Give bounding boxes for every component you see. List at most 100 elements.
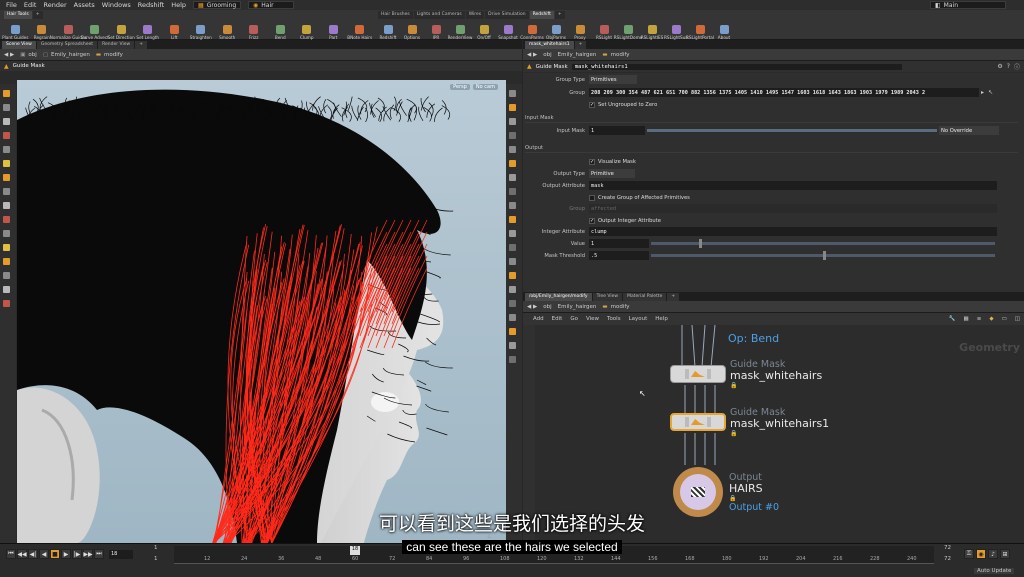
- desktop-dropdown[interactable]: ▦ Grooming: [193, 1, 242, 9]
- param-node-name[interactable]: mask_whitehairs1: [571, 63, 902, 70]
- image-icon[interactable]: ▭: [1002, 316, 1007, 322]
- menu-windows[interactable]: Windows: [102, 1, 131, 9]
- left-tool-7[interactable]: Straighten: [188, 20, 215, 40]
- input-mask-section[interactable]: Input Mask: [525, 115, 1018, 123]
- end-field-2[interactable]: 72: [944, 556, 951, 562]
- right-tool-2[interactable]: IPR: [424, 20, 448, 40]
- value-slider-knob[interactable]: [699, 239, 703, 248]
- right-tool-11[interactable]: RSLightIES: [640, 20, 664, 40]
- viewer-left-tool-icon[interactable]: [0, 228, 12, 238]
- param-crumb-modify[interactable]: ▬ modify: [602, 52, 629, 58]
- left-tool-8[interactable]: Smooth: [214, 20, 241, 40]
- shelf-tab-redshift[interactable]: Redshift: [529, 11, 554, 19]
- viewer-left-tool-icon[interactable]: [0, 270, 12, 280]
- net-crumb-emily[interactable]: Emily_hairgen: [558, 304, 597, 310]
- tab-add-network[interactable]: +: [667, 293, 680, 301]
- tab-tree-view[interactable]: Tree View: [592, 293, 623, 301]
- group-type-dropdown[interactable]: Primitives: [589, 75, 637, 84]
- crumb-modify[interactable]: ▬ modify: [96, 52, 123, 58]
- net-menu-layout[interactable]: Layout: [629, 316, 648, 322]
- output-attr-field[interactable]: mask: [589, 181, 997, 190]
- left-tool-10[interactable]: Bend: [267, 20, 294, 40]
- right-tool-4[interactable]: On/Off: [472, 20, 496, 40]
- tab-param-node[interactable]: mask_whitehairs1: [525, 41, 574, 49]
- auto-update-dropdown[interactable]: Auto Update: [974, 568, 1015, 574]
- viewer-right-tool-icon[interactable]: [506, 102, 518, 112]
- node-mask-whitehairs1[interactable]: Guide Mask mask_whitehairs1 🔒: [670, 407, 829, 437]
- viewer-right-tool-icon[interactable]: [506, 88, 518, 98]
- net-menu-go[interactable]: Go: [570, 316, 578, 322]
- network-nav-icon[interactable]: ◀ ▶: [527, 304, 537, 310]
- threshold-slider-knob[interactable]: [823, 251, 826, 260]
- left-tool-6[interactable]: Lift: [161, 20, 188, 40]
- menu-edit[interactable]: Edit: [24, 1, 37, 9]
- param-crumb-emily[interactable]: Emily_hairgen: [558, 52, 597, 58]
- back-arrow-icon[interactable]: ◀ ▶: [4, 52, 14, 58]
- output-type-dropdown[interactable]: Primitive: [589, 169, 635, 178]
- viewer-left-tool-icon[interactable]: [0, 186, 12, 196]
- tab-material-palette[interactable]: Material Palette: [623, 293, 667, 301]
- right-tool-0[interactable]: Redshift: [376, 20, 400, 40]
- viewer-right-tool-icon[interactable]: [506, 200, 518, 210]
- group-select-icon[interactable]: ↖: [988, 89, 993, 96]
- output-int-checkbox[interactable]: ✓ Output Integer Attribute: [589, 217, 661, 224]
- viewer-right-tool-icon[interactable]: [506, 312, 518, 322]
- nav-arrows-icon[interactable]: ◀ ▶: [527, 52, 537, 58]
- viewer-right-tool-icon[interactable]: [506, 326, 518, 336]
- left-tool-13[interactable]: BNote Hairs: [347, 20, 374, 40]
- net-menu-tools[interactable]: Tools: [607, 316, 621, 322]
- int-attr-field[interactable]: clump: [589, 227, 997, 236]
- menu-help[interactable]: Help: [171, 1, 186, 9]
- shelf-tab-hair-brushes[interactable]: Hair Brushes: [378, 11, 413, 19]
- viewer-right-tool-icon[interactable]: [506, 130, 518, 140]
- net-menu-view[interactable]: View: [586, 316, 599, 322]
- tab-add-viewer[interactable]: +: [135, 41, 147, 49]
- viewer-left-tool-icon[interactable]: [0, 242, 12, 252]
- crumb-emily[interactable]: ▢ Emily_hairgen: [43, 52, 90, 58]
- viewer-right-tool-icon[interactable]: [506, 158, 518, 168]
- tab-add-param[interactable]: +: [574, 41, 587, 49]
- main-dropdown[interactable]: ◧ Main: [930, 1, 1006, 9]
- group2-field[interactable]: affected: [589, 204, 997, 213]
- node-bend[interactable]: Op: Bend: [728, 333, 779, 345]
- net-menu-edit[interactable]: Edit: [552, 316, 563, 322]
- right-tool-14[interactable]: About: [712, 20, 736, 40]
- viewer-right-tool-icon[interactable]: [506, 242, 518, 252]
- shelf-tab-lights-cameras[interactable]: Lights and Cameras: [413, 11, 465, 19]
- grid-icon[interactable]: ▦: [964, 316, 969, 322]
- node-mask-whitehairs-body[interactable]: [670, 365, 726, 383]
- viewer-left-tool-icon[interactable]: [0, 158, 12, 168]
- cam-menu[interactable]: No cam: [472, 84, 498, 90]
- node-mask-whitehairs1-body[interactable]: [670, 413, 726, 431]
- threshold-field[interactable]: .5: [589, 251, 649, 260]
- viewer-left-tool-icon[interactable]: [0, 214, 12, 224]
- net-crumb-modify[interactable]: ▬ modify: [602, 304, 629, 310]
- viewer-left-tool-icon[interactable]: [0, 256, 12, 266]
- right-tool-5[interactable]: Snapshot: [496, 20, 520, 40]
- net-crumb-obj[interactable]: obj: [543, 304, 551, 310]
- viewer-right-tool-icon[interactable]: [506, 214, 518, 224]
- right-tool-6[interactable]: ConnParms: [520, 20, 544, 40]
- visualize-checkbox[interactable]: ✓ Visualize Mask: [589, 158, 636, 165]
- context-dropdown[interactable]: ◉ Hair: [248, 1, 295, 9]
- right-tool-1[interactable]: Options: [400, 20, 424, 40]
- menu-redshift[interactable]: Redshift: [138, 1, 164, 9]
- group-arrow-icon[interactable]: ▸: [981, 89, 984, 96]
- input-mask-slider[interactable]: [647, 129, 937, 132]
- right-tool-10[interactable]: RSLightDome: [614, 20, 642, 40]
- viewer-left-tool-icon[interactable]: [0, 172, 12, 182]
- shelf-tab-drive-sim[interactable]: Drive Simulation: [485, 11, 529, 19]
- shelf-tab-hair-tools[interactable]: Hair Tools: [4, 11, 32, 19]
- create-group-checkbox[interactable]: Create Group of Affected Primitives: [589, 194, 690, 201]
- net-menu-help[interactable]: Help: [655, 316, 668, 322]
- left-tool-2[interactable]: Normalize Guides: [50, 20, 87, 40]
- viewer-left-tool-icon[interactable]: [0, 130, 12, 140]
- viewer-right-tool-icon[interactable]: [506, 284, 518, 294]
- right-tool-7[interactable]: ObjParms: [544, 20, 568, 40]
- menu-assets[interactable]: Assets: [74, 1, 95, 9]
- left-tool-11[interactable]: Clump: [294, 20, 321, 40]
- group-field[interactable]: 208 209 300 354 487 621 651 700 882 1356…: [589, 88, 979, 97]
- left-tool-12[interactable]: Part: [320, 20, 347, 40]
- ungroup-checkbox[interactable]: ✓ Set Ungrouped to Zero: [589, 101, 657, 108]
- viewer-left-tool-icon[interactable]: [0, 284, 12, 294]
